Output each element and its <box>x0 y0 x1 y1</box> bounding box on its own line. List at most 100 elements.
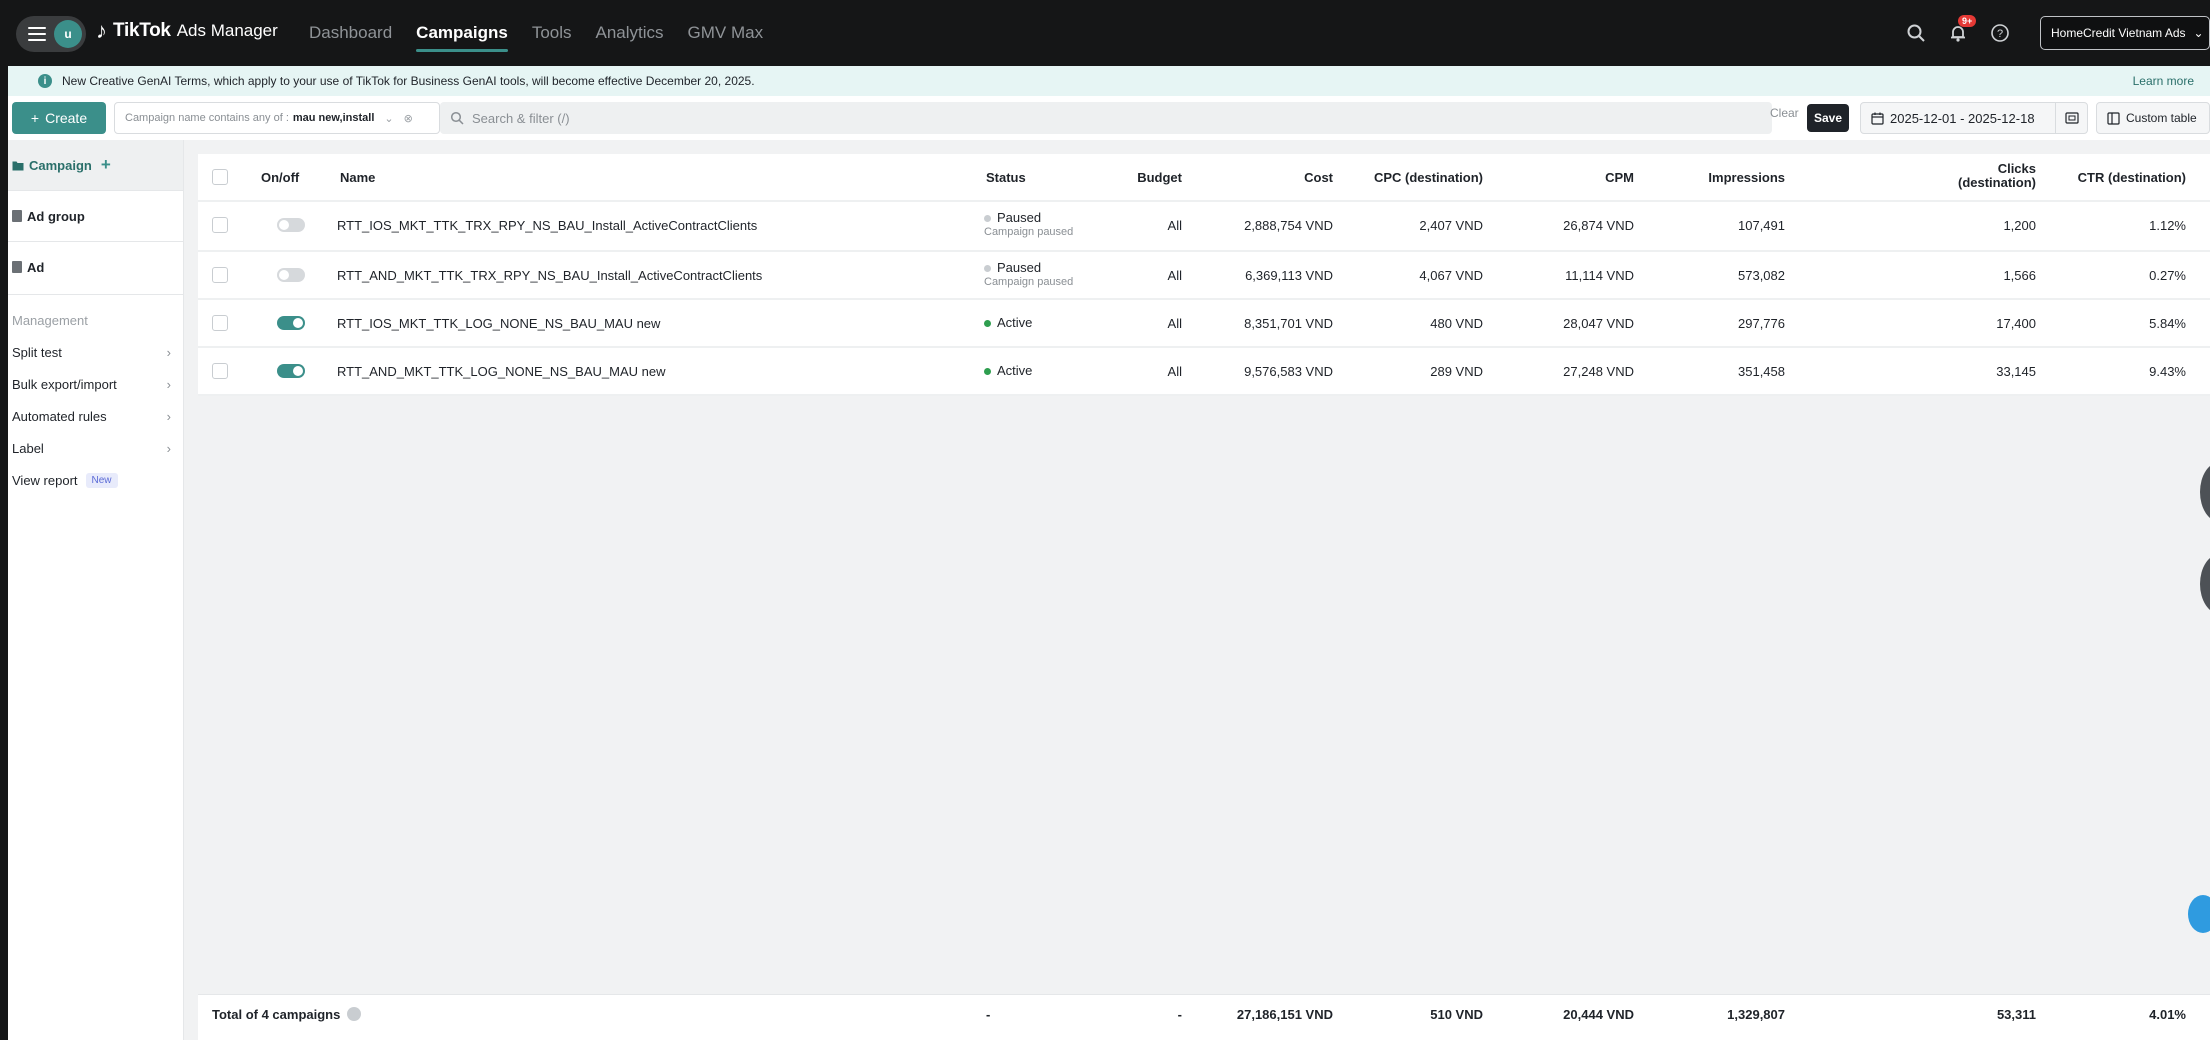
header-clicks[interactable]: Clicks (destination) <box>1896 162 2036 190</box>
cost-value: 2,888,754 VND <box>1244 218 1333 233</box>
campaign-name-filter-chip[interactable]: Campaign name contains any of : mau new,… <box>114 102 440 134</box>
table-row[interactable]: RTT_IOS_MKT_TTK_TRX_RPY_NS_BAU_Install_A… <box>198 202 2210 252</box>
pagination-area <box>198 1032 2210 1040</box>
cpc-value: 2,407 VND <box>1419 218 1483 233</box>
campaign-name[interactable]: RTT_IOS_MKT_TTK_LOG_NONE_NS_BAU_MAU new <box>337 316 660 331</box>
feedback-send-icon[interactable] <box>2188 895 2210 933</box>
sidebar-item-bulk-export-import[interactable]: Bulk export/import › <box>8 368 183 400</box>
nav-analytics[interactable]: Analytics <box>596 0 664 66</box>
search-input[interactable] <box>472 110 1672 126</box>
notification-badge: 9+ <box>1958 15 1977 27</box>
ctr-value: 1.12% <box>2149 218 2186 233</box>
search-filter-box <box>440 102 1772 134</box>
plus-icon: + <box>30 110 40 126</box>
create-button[interactable]: + Create <box>12 102 106 134</box>
avatar[interactable]: u <box>54 20 82 48</box>
row-checkbox[interactable] <box>212 267 228 283</box>
ctr-value: 5.84% <box>2149 316 2186 331</box>
header-impressions[interactable]: Impressions <box>1708 170 1785 185</box>
info-icon[interactable] <box>347 1007 361 1021</box>
status-dot <box>984 265 991 273</box>
campaign-name[interactable]: RTT_AND_MKT_TTK_LOG_NONE_NS_BAU_MAU new <box>337 364 665 379</box>
impressions-value: 351,458 <box>1738 364 1785 379</box>
floating-assistant-button[interactable] <box>2200 462 2210 522</box>
table-row[interactable]: RTT_AND_MKT_TTK_LOG_NONE_NS_BAU_MAU new A… <box>198 348 2210 396</box>
sidebar-level-ad[interactable]: Ad <box>8 242 183 292</box>
header-name[interactable]: Name <box>340 170 375 185</box>
date-range-picker[interactable]: 2025-12-01 - 2025-12-18 <box>1860 102 2088 134</box>
learn-more-link[interactable]: Learn more <box>2133 74 2194 88</box>
clear-filter-icon[interactable]: ⊗ <box>404 112 413 125</box>
clear-button[interactable]: Clear <box>1770 106 1799 120</box>
menu-toggle[interactable]: u <box>16 16 86 52</box>
sidebar-item-label: Bulk export/import <box>12 376 117 392</box>
campaign-status: Paused Campaign paused <box>984 261 1073 289</box>
header-cpm[interactable]: CPM <box>1605 170 1634 185</box>
row-checkbox[interactable] <box>212 217 228 233</box>
help-icon[interactable]: ? <box>1988 21 2012 45</box>
filter-prefix: Campaign name contains any of : <box>125 112 289 124</box>
brand-logo[interactable]: ♪ TikTok Ads Manager <box>96 20 278 42</box>
total-impressions: 1,329,807 <box>1727 1007 1785 1022</box>
header-onoff[interactable]: On/off <box>261 170 299 185</box>
sidebar: Campaign + Ad group Ad Management Split … <box>8 140 184 1040</box>
sidebar-level-ad-group[interactable]: Ad group <box>8 191 183 241</box>
table-total-row: Total of 4 campaigns - - 27,186,151 VND … <box>198 994 2210 1032</box>
cpm-value: 27,248 VND <box>1563 364 1634 379</box>
filter-value: mau new,install <box>292 112 375 124</box>
compare-calendar-icon[interactable] <box>2055 103 2087 133</box>
announcement-banner: i New Creative GenAI Terms, which apply … <box>8 66 2210 96</box>
main-nav: Dashboard Campaigns Tools Analytics GMV … <box>309 0 763 66</box>
sidebar-item-label-manager[interactable]: Label › <box>8 432 183 464</box>
campaign-toggle[interactable] <box>277 364 305 378</box>
campaign-name[interactable]: RTT_AND_MKT_TTK_TRX_RPY_NS_BAU_Install_A… <box>337 268 762 283</box>
chevron-right-icon: › <box>166 408 171 424</box>
status-label: Paused <box>997 210 1042 225</box>
sidebar-item-split-test[interactable]: Split test › <box>8 336 183 368</box>
sidebar-item-automated-rules[interactable]: Automated rules › <box>8 400 183 432</box>
campaign-toggle[interactable] <box>277 268 305 282</box>
total-ctr: 4.01% <box>2149 1007 2186 1022</box>
ctr-value: 9.43% <box>2149 364 2186 379</box>
campaign-status: Paused Campaign paused <box>984 211 1073 239</box>
save-button[interactable]: Save <box>1807 104 1849 132</box>
sidebar-level-label: Campaign <box>29 157 92 173</box>
sidebar-item-view-report[interactable]: View report New <box>8 464 183 496</box>
table-row[interactable]: RTT_IOS_MKT_TTK_LOG_NONE_NS_BAU_MAU new A… <box>198 300 2210 348</box>
search-icon <box>450 111 464 125</box>
header-budget[interactable]: Budget <box>1137 170 1182 185</box>
campaign-name[interactable]: RTT_IOS_MKT_TTK_TRX_RPY_NS_BAU_Install_A… <box>337 218 757 233</box>
nav-gmv-max[interactable]: GMV Max <box>688 0 764 66</box>
sidebar-level-campaign[interactable]: Campaign + <box>8 140 183 190</box>
account-switcher[interactable]: HomeCredit Vietnam Ads ⌄ <box>2040 16 2210 50</box>
nav-campaigns[interactable]: Campaigns <box>416 0 508 66</box>
custom-table-button[interactable]: Custom table <box>2096 102 2210 134</box>
clicks-value: 17,400 <box>1996 316 2036 331</box>
select-all-checkbox[interactable] <box>212 169 228 185</box>
row-checkbox[interactable] <box>212 363 228 379</box>
campaign-toggle[interactable] <box>277 218 305 232</box>
budget-value: All <box>1167 364 1182 379</box>
document-icon <box>12 261 22 273</box>
header-cost[interactable]: Cost <box>1304 170 1333 185</box>
header-cpc[interactable]: CPC (destination) <box>1374 170 1483 185</box>
nav-dashboard[interactable]: Dashboard <box>309 0 392 66</box>
campaign-toggle[interactable] <box>277 316 305 330</box>
search-icon[interactable] <box>1904 21 1928 45</box>
columns-icon <box>2107 111 2120 125</box>
chevron-down-icon[interactable]: ⌄ <box>384 112 393 125</box>
header-status[interactable]: Status <box>986 170 1026 185</box>
sidebar-level-label: Ad <box>27 259 45 275</box>
status-dot <box>984 320 991 328</box>
campaign-toolbar: + Create Campaign name contains any of :… <box>8 96 2210 140</box>
svg-text:?: ? <box>1997 28 2003 40</box>
floating-assistant-button[interactable] <box>2200 554 2210 614</box>
nav-tools[interactable]: Tools <box>532 0 572 66</box>
clicks-value: 1,566 <box>2003 268 2036 283</box>
clicks-value: 1,200 <box>2003 218 2036 233</box>
table-row[interactable]: RTT_AND_MKT_TTK_TRX_RPY_NS_BAU_Install_A… <box>198 252 2210 300</box>
bell-icon[interactable]: 9+ <box>1946 15 1977 45</box>
row-checkbox[interactable] <box>212 315 228 331</box>
add-campaign-icon[interactable]: + <box>101 155 111 175</box>
header-ctr[interactable]: CTR (destination) <box>2078 170 2186 185</box>
